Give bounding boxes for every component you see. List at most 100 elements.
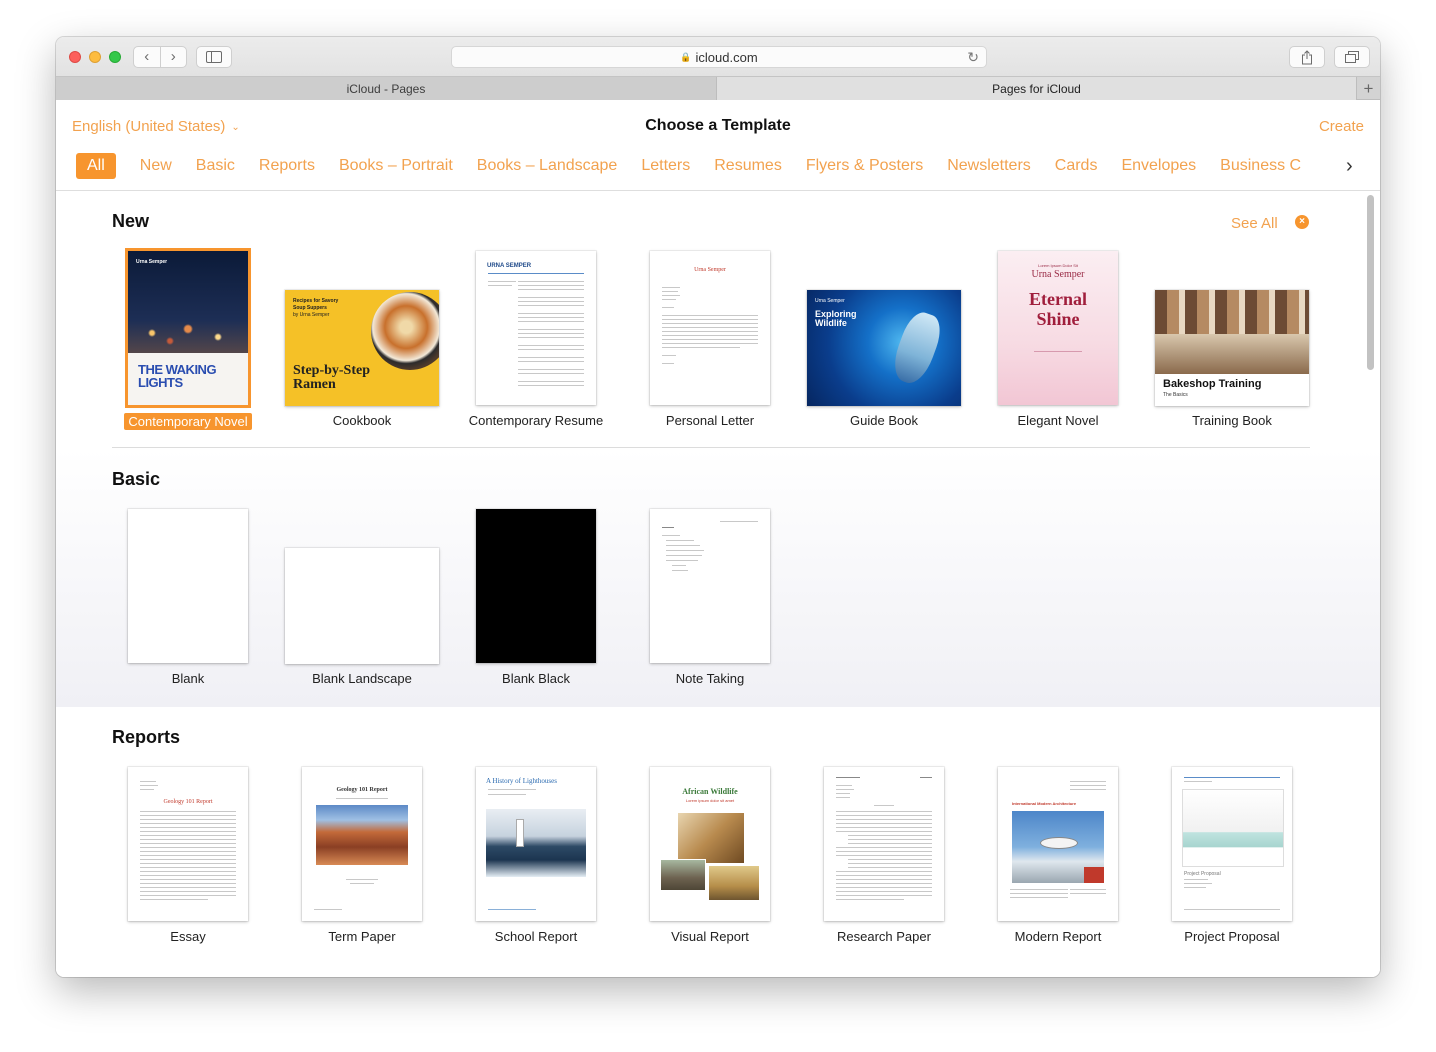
template-label: Elegant Novel [1017,413,1099,428]
template-label: Contemporary Resume [468,413,604,428]
new-tab-button[interactable]: + [1356,77,1380,100]
architecture-sketch-image [1182,789,1284,867]
show-tabs-button[interactable] [1334,46,1370,68]
share-button[interactable] [1289,46,1325,68]
template-thumbnail: Urna Semper THE WAKING LIGHTS [128,251,248,405]
cover-name: URNA SEMPER [487,263,532,269]
template-thumbnail: URNA SEMPER [476,251,596,405]
template-thumbnail: Project Proposal [1172,767,1292,921]
template-term-paper[interactable]: Geology 101 Report Term Paper [275,707,449,944]
template-guide-book[interactable]: Urna Semper Exploring Wildlife Guide Boo… [797,191,971,428]
tab-pages-for-icloud[interactable]: Pages for iCloud [717,77,1356,100]
forward-icon[interactable]: › [161,47,187,67]
template-label: Guide Book [850,413,918,428]
cover-title: Geology 101 Report [336,787,388,793]
category-tab-new[interactable]: New [140,153,172,179]
tabs-overview-icon [1345,51,1359,63]
template-label: Term Paper [328,929,396,944]
cover-title: Geology 101 Report [163,799,213,805]
template-blank[interactable]: Blank [101,449,275,686]
close-window-button[interactable] [69,51,81,63]
template-thumbnail [285,548,439,664]
template-blank-black[interactable]: Blank Black [449,449,623,686]
sidebar-toggle-button[interactable] [196,46,232,68]
category-tab-books-portrait[interactable]: Books – Portrait [339,153,453,179]
template-label: Contemporary Novel [101,413,275,430]
history-nav: ‹ › [133,46,187,68]
template-elegant-novel[interactable]: Lorem Ipsum Dolor Sit Urna Semper Eterna… [971,191,1145,428]
template-label: Personal Letter [665,413,755,428]
seal-image [887,308,947,388]
template-contemporary-novel[interactable]: Urna Semper THE WAKING LIGHTS Contempora… [101,191,275,430]
divider [488,273,584,274]
template-school-report[interactable]: A History of Lighthouses School Report [449,707,623,944]
template-chooser-header: English (United States) ⌄ Choose a Templa… [56,100,1380,191]
template-label: Note Taking [675,671,745,686]
bakeshop-counter-image [1155,334,1309,374]
cover-title: Step-by-Step Ramen [293,363,371,392]
category-tab-all[interactable]: All [76,153,116,179]
share-icon [1302,49,1312,64]
template-label: Modern Report [1014,929,1102,944]
category-tab-newsletters[interactable]: Newsletters [947,153,1031,179]
template-label: Essay [170,929,206,944]
elephant-image [660,859,706,891]
template-personal-letter[interactable]: Urna Semper Personal Letter [623,191,797,428]
cover-title: International Modern Architecture [1012,801,1077,806]
lighthouse-tower [516,819,524,847]
template-modern-report[interactable]: International Modern Architecture Modern… [971,707,1145,944]
city-lights-image [128,313,248,353]
template-thumbnail: Recipes for Savory Soup Suppers by Urna … [285,290,439,406]
back-icon[interactable]: ‹ [134,47,160,67]
category-tab-cards[interactable]: Cards [1055,153,1098,179]
category-tab-envelopes[interactable]: Envelopes [1121,153,1196,179]
template-essay[interactable]: Geology 101 Report Essay [101,707,275,944]
vertical-scrollbar[interactable] [1367,195,1374,370]
category-tab-books-landscape[interactable]: Books – Landscape [477,153,618,179]
template-contemporary-resume[interactable]: URNA SEMPER Contemporary Resume [449,191,623,428]
category-tab-business-cards[interactable]: Business C [1220,153,1301,179]
cover-author: Urna Semper [1031,269,1085,280]
cover-title: THE WAKING LIGHTS [138,362,217,390]
category-tabs: All New Basic Reports Books – Portrait Books … [76,153,1348,179]
zoom-window-button[interactable] [109,51,121,63]
category-tab-basic[interactable]: Basic [196,153,235,179]
template-note-taking[interactable]: Note Taking [623,449,797,686]
template-label: Blank Black [502,671,570,686]
sidebar-icon [206,51,222,63]
template-thumbnail: Urna Semper [650,251,770,405]
lighthouse-image [486,809,586,877]
reload-icon[interactable]: ↻ [967,49,979,66]
address-bar[interactable]: 🔒 icloud.com ↻ [451,46,987,68]
template-thumbnail: African Wildlife Lorem ipsum dolor sit a… [650,767,770,921]
chevron-right-icon[interactable]: › [1346,153,1353,179]
template-blank-landscape[interactable]: Blank Landscape [275,449,449,686]
create-button[interactable]: Create [1319,118,1364,135]
template-thumbnail [824,767,944,921]
red-accent [1084,867,1104,883]
template-project-proposal[interactable]: Project Proposal Project Proposal [1145,707,1319,944]
category-tab-letters[interactable]: Letters [641,153,690,179]
category-tab-reports[interactable]: Reports [259,153,315,179]
cover-kicker: Lorem Ipsum Dolor Sit [1038,263,1078,268]
page-title: Choose a Template [645,117,791,134]
category-tab-resumes[interactable]: Resumes [714,153,782,179]
template-cookbook[interactable]: Recipes for Savory Soup Suppers by Urna … [275,191,449,428]
section-reports: Reports Geology 101 Report Essay Geology… [56,707,1380,977]
url-text: icloud.com [695,49,758,65]
cover-title: Bakeshop Training [1163,378,1262,390]
cover-name: Urna Semper [694,267,726,273]
template-research-paper[interactable]: Research Paper [797,707,971,944]
template-visual-report[interactable]: African Wildlife Lorem ipsum dolor sit a… [623,707,797,944]
cover-author: by Urna Semper [293,312,330,318]
template-label: Training Book [1192,413,1272,428]
template-thumbnail: Geology 101 Report [302,767,422,921]
tab-icloud-pages[interactable]: iCloud - Pages [56,77,717,100]
section-basic: Basic Blank Blank Landscape Blank Black [56,449,1380,707]
template-training-book[interactable]: Bakeshop Training The Basics Training Bo… [1145,191,1319,428]
cover-title: African Wildlife [682,787,738,796]
template-label: Blank Landscape [312,671,412,686]
category-tab-flyers-posters[interactable]: Flyers & Posters [806,153,923,179]
template-thumbnail: International Modern Architecture [998,767,1118,921]
minimize-window-button[interactable] [89,51,101,63]
